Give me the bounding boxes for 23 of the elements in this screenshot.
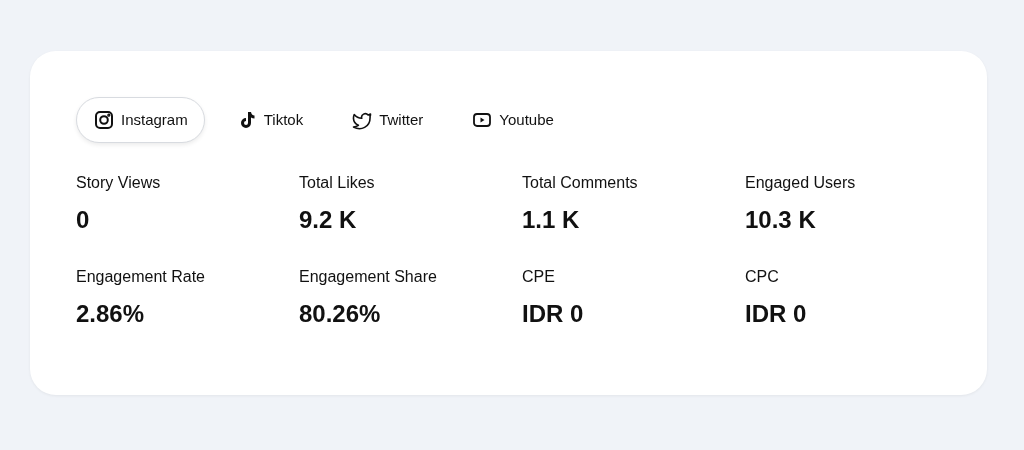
metric-label: Story Views <box>76 173 161 193</box>
metric-value: 0 <box>76 206 90 235</box>
metric-value: 2.86% <box>76 300 145 329</box>
metric-value: IDR 0 <box>522 300 584 329</box>
metric-value: IDR 0 <box>745 300 807 329</box>
metric-label: Engagement Rate <box>76 267 205 287</box>
metric-label: CPC <box>745 267 779 287</box>
metric-label: Total Comments <box>522 173 638 193</box>
metric-label: Engagement Share <box>299 267 437 287</box>
tab[interactable]: Twitter <box>334 97 441 143</box>
play-icon <box>472 110 493 130</box>
metric-value: 10.3 K <box>745 206 816 235</box>
tab[interactable]: Tiktok <box>218 97 321 143</box>
metric-value: 1.1 K <box>522 206 580 235</box>
metric-label: CPE <box>522 267 555 287</box>
bird-icon <box>352 110 373 130</box>
metric-value: 9.2 K <box>299 206 357 235</box>
tab[interactable]: Instagram <box>76 97 205 143</box>
camera-icon <box>94 110 114 130</box>
metric-label: Total Likes <box>299 173 375 193</box>
metric-label: Engaged Users <box>745 173 856 193</box>
tab[interactable]: Youtube <box>454 97 571 143</box>
metric-value: 80.26% <box>299 300 381 329</box>
